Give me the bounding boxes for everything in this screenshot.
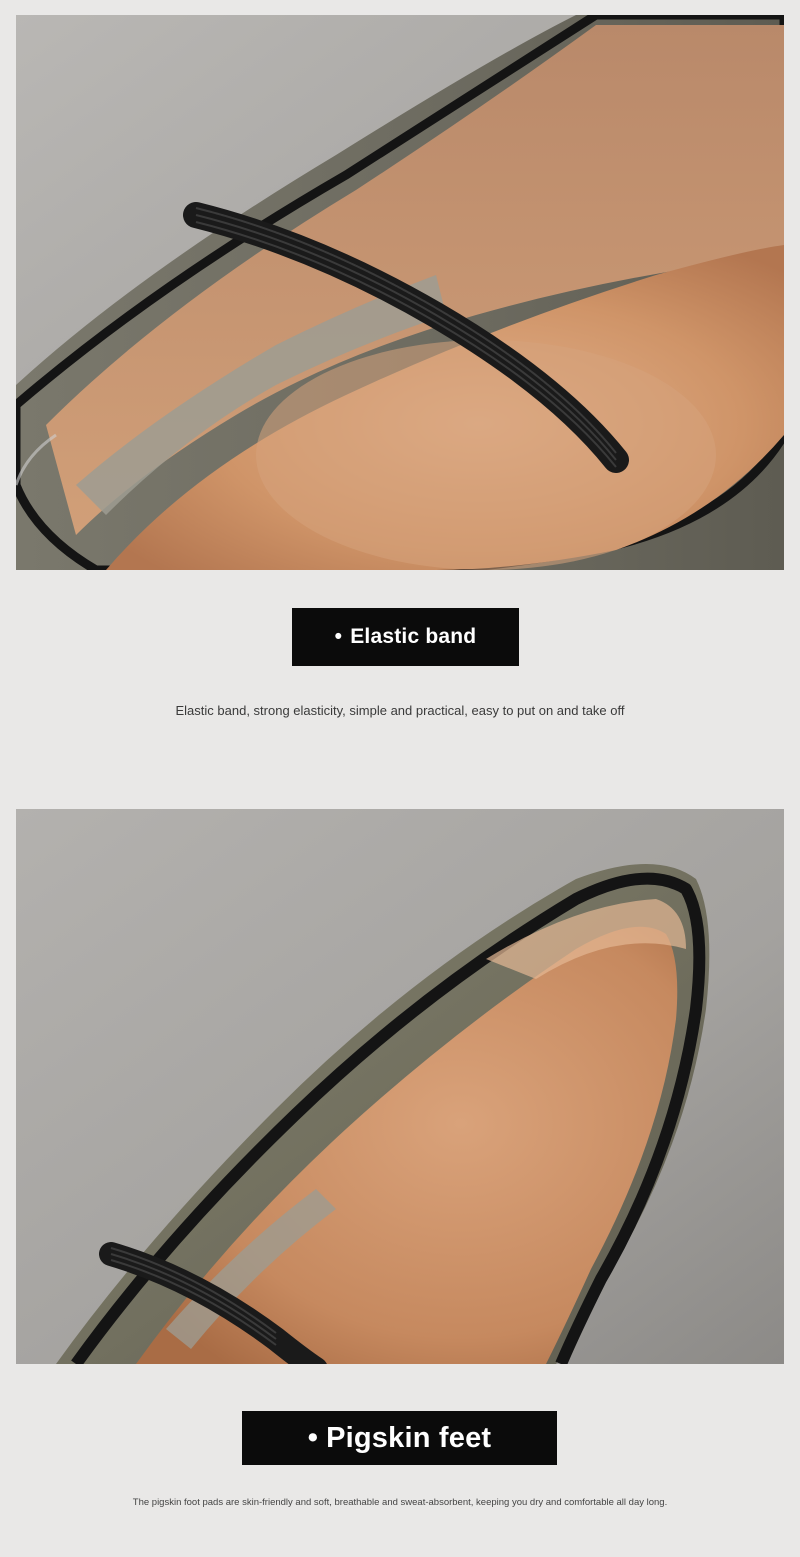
bullet: •	[334, 625, 343, 648]
pigskin-feet-label: • Pigskin feet	[242, 1411, 557, 1465]
elastic-band-illustration	[16, 15, 784, 570]
pigskin-feet-illustration	[16, 809, 784, 1364]
elastic-band-title: Elastic band	[350, 625, 477, 648]
pigskin-feet-title: Pigskin feet	[326, 1421, 492, 1454]
elastic-band-photo	[16, 15, 784, 570]
pigskin-feet-photo	[16, 809, 784, 1364]
elastic-band-description: Elastic band, strong elasticity, simple …	[175, 703, 625, 718]
pigskin-feet-description: The pigskin foot pads are skin-friendly …	[132, 1497, 668, 1508]
bullet: •	[307, 1421, 319, 1454]
elastic-band-label: • Elastic band	[292, 608, 519, 666]
